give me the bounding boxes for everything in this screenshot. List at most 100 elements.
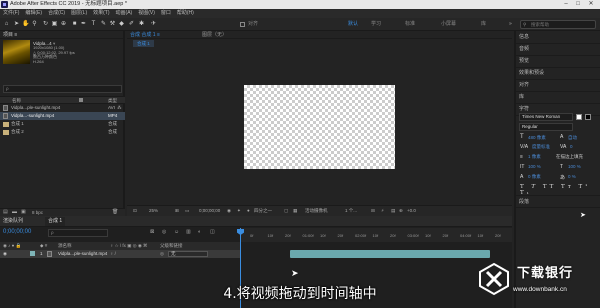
horizontal-scale-value[interactable]: 100 % [568,164,581,169]
show-channel-icon[interactable]: ✦ [237,206,241,216]
motion-blur-icon[interactable]: ◐ [198,229,201,235]
eraser-tool-icon[interactable]: ◆ [118,20,125,28]
flowchart-icon[interactable]: ⊕ [399,206,403,216]
menu-help[interactable]: 帮助(H) [177,9,194,18]
home-icon[interactable]: ⌂ [3,20,10,28]
menu-view[interactable]: 视图(V) [138,9,155,18]
clone-stamp-tool-icon[interactable]: ⚒ [109,20,116,28]
workspace-learn[interactable]: 学习 [368,20,384,29]
timeline-search-input[interactable]: ρ [48,229,108,237]
parent-pickwhip-icon[interactable]: ◎ [160,250,164,258]
rectangle-tool-icon[interactable]: ■ [71,20,78,28]
layer-clip-bar[interactable] [290,250,490,258]
fill-color-swatch[interactable] [576,114,582,120]
align-checkbox[interactable] [240,22,245,27]
project-item[interactable]: Vidpla...ple-sunlight.mp4 AVI ⁂ [0,104,125,112]
workspace-standard[interactable]: 标准 [402,20,418,29]
interpret-footage-icon[interactable]: ▤ [3,209,8,215]
layer-switches[interactable]: ♀ / [110,250,116,258]
workspace-default[interactable]: 默认 [345,20,361,29]
puppet-tool-icon[interactable]: ✱ [138,20,145,28]
layer-tab[interactable]: 图层（无） [202,31,227,39]
project-panel-title[interactable]: 项目 ≡ [0,31,123,39]
bit-depth[interactable]: 8 bpc [32,210,43,215]
comp-flowchart-icon[interactable]: ⊠ [150,229,154,235]
project-item[interactable]: 合成 1 合成 [0,120,125,128]
menu-edit[interactable]: 编辑(E) [25,9,42,18]
workspace-libraries[interactable]: 库 [478,20,489,29]
composition-tab[interactable]: 合成 合成 1 ≡ [130,32,160,38]
composition-canvas[interactable] [244,85,395,169]
stroke-width-value[interactable]: 1 像素 [528,154,541,160]
puppet-pin-icon[interactable]: ✈ [150,20,157,28]
column-name[interactable]: 名称 [12,97,21,104]
render-queue-tab[interactable]: 渲染队列 [3,217,23,226]
hand-tool-icon[interactable]: ✋ [22,20,29,28]
zoom-tool-icon[interactable]: ⚲ [31,20,38,28]
zoom-level[interactable]: 25% [149,206,158,216]
magnification-icon[interactable]: ⊡ [133,206,137,216]
selection-tool-icon[interactable]: ➤ [13,20,20,28]
brush-tool-icon[interactable]: ✎ [100,20,107,28]
camera-tool-icon[interactable]: ▣ [51,20,58,28]
pan-behind-tool-icon[interactable]: ⊕ [60,20,67,28]
frame-blending-icon[interactable]: ▥ [186,229,191,235]
maximize-button[interactable]: □ [572,0,584,9]
tracking-value[interactable]: 0 [570,144,573,149]
composition-breadcrumb[interactable]: 合成 1 [133,40,154,47]
pen-tool-icon[interactable]: ✒ [80,20,87,28]
close-button[interactable]: ✕ [585,0,597,9]
delete-icon[interactable]: 🗑 [112,209,118,215]
panel-paragraph[interactable]: 段落 [516,195,600,208]
font-style-select[interactable]: Regular [519,123,573,131]
active-camera-select[interactable]: 活动摄像机 [305,206,328,216]
help-search-input[interactable]: ⚲ 搜索帮助 [520,20,596,29]
color-management-icon[interactable]: ● [247,206,250,216]
exposure-value[interactable]: +0.0 [407,206,416,216]
current-time[interactable]: 0;00;00;00 [199,206,220,216]
type-tool-icon[interactable]: T [90,20,97,28]
tsume-value[interactable]: 0 % [568,174,576,179]
baseline-shift-value[interactable]: 0 像素 [528,174,541,180]
snapshot-icon[interactable]: ◉ [227,206,231,216]
kerning-value[interactable]: 度量标准 [532,144,550,150]
source-name-column[interactable]: 源名称 [58,242,72,250]
draft-3d-icon[interactable]: ◎ [162,229,166,235]
roto-brush-tool-icon[interactable]: ✐ [128,20,135,28]
menu-animation[interactable]: 动画(A) [116,9,133,18]
menu-effect[interactable]: 效果(T) [93,9,109,18]
column-type[interactable]: 类型 [108,97,117,104]
layer-row[interactable]: ◉ 1 Vidpla...ple-sunlight.mp4 ♀ / ◎ 无 [0,250,240,258]
rotate-tool-icon[interactable]: ↻ [42,20,49,28]
menu-composition[interactable]: 合成(C) [48,9,65,18]
toggle-pixel-aspect-icon[interactable]: ⊟ [371,206,375,216]
resolution-select[interactable]: 四分之一 [254,206,272,216]
layer-label-color[interactable] [30,251,35,256]
layer-name[interactable]: Vidpla...ple-sunlight.mp4 [58,250,107,258]
new-folder-icon[interactable]: ▬ [12,209,17,215]
grid-icon[interactable]: ⊞ [175,206,179,216]
fast-preview-icon[interactable]: ⚡ [381,206,384,216]
menu-file[interactable]: 文件(F) [3,9,19,18]
view-layout-select[interactable]: 1 个... [345,206,357,216]
graph-editor-icon[interactable]: ◫ [210,229,215,235]
menu-layer[interactable]: 图层(L) [71,9,87,18]
visibility-icon[interactable]: ◉ [3,250,7,258]
transparency-grid-icon[interactable]: ▦ [293,206,297,216]
project-item[interactable]: 合成 2 合成 [0,128,125,136]
minimize-button[interactable]: – [560,0,572,9]
shy-icon[interactable]: ☺ [174,229,179,235]
timeline-current-time[interactable]: 0;00;00;00 [3,229,31,235]
stroke-mode-select[interactable]: 在描边上填充 [556,154,583,160]
stroke-color-swatch[interactable] [585,114,591,120]
workspace-small-screen[interactable]: 小屏幕 [438,20,459,29]
workspace-more-icon[interactable]: » [506,20,515,29]
project-item-selected[interactable]: Vidpla...-sunlight.mp4 MP4 [0,112,125,120]
mask-icon[interactable]: ▭ [185,206,189,216]
timeline-icon[interactable]: ▤ [391,206,395,216]
parent-select[interactable]: 无 [168,251,208,257]
font-size-value[interactable]: 480 像素 [528,135,546,141]
project-search-input[interactable]: ρ [3,85,122,93]
new-composition-icon[interactable]: ▣ [21,209,26,215]
comp1-timeline-tab[interactable]: 合成 1 [45,217,66,226]
